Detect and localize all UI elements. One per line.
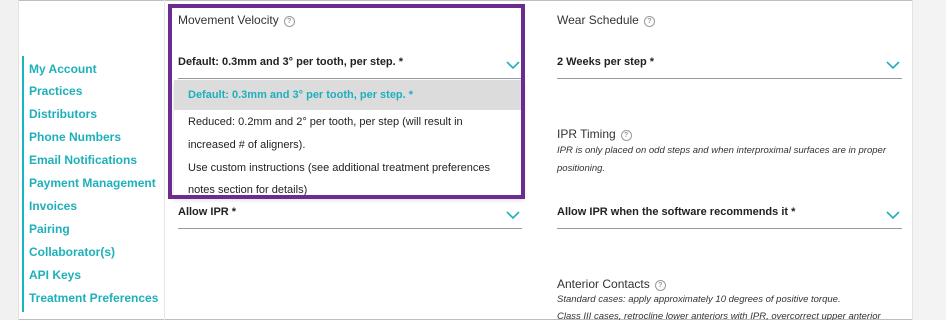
wear-schedule-value: 2 Weeks per step * [557,56,655,68]
ipr-timing-select[interactable]: Allow IPR when the software recommends i… [557,206,902,229]
chevron-down-icon [506,211,520,220]
movement-velocity-label: Movement Velocity? [178,13,295,27]
movement-velocity-dropdown: Default: 0.3mm and 3° per tooth, per ste… [174,80,524,198]
sidebar-item-distributors[interactable]: Distributors [29,107,97,121]
anterior-contacts-label-text: Anterior Contacts [557,277,650,291]
allow-ipr-select[interactable]: Allow IPR * [178,206,522,229]
dropdown-option-default[interactable]: Default: 0.3mm and 3° per tooth, per ste… [174,80,524,110]
ipr-timing-label: IPR Timing? [557,127,632,141]
movement-velocity-label-text: Movement Velocity [178,13,279,27]
sidebar-item-invoices[interactable]: Invoices [29,199,77,213]
left-gutter [0,0,19,320]
dropdown-option-custom-cont[interactable]: notes section for details) [188,179,518,202]
allow-ipr-value: Allow IPR * [178,206,237,218]
movement-velocity-select[interactable]: Default: 0.3mm and 3° per tooth, per ste… [178,56,522,79]
wear-schedule-label-text: Wear Schedule [557,13,639,27]
dropdown-option-reduced[interactable]: Reduced: 0.2mm and 2° per tooth, per ste… [188,111,518,134]
dropdown-option-reduced-cont[interactable]: increased # of aligners). [188,134,518,157]
sidebar-item-my-account[interactable]: My Account [29,62,97,76]
anterior-contacts-label: Anterior Contacts? [557,277,666,291]
sidebar-item-email-notifications[interactable]: Email Notifications [29,153,137,167]
ipr-timing-value: Allow IPR when the software recommends i… [557,206,796,218]
anterior-contacts-hint: Standard cases: apply approximately 10 d… [557,291,907,320]
sidebar-item-treatment-preferences[interactable]: Treatment Preferences [29,291,158,305]
ipr-timing-hint-line1: IPR is only placed on odd steps and when… [557,145,886,156]
wear-schedule-label: Wear Schedule? [557,13,655,27]
wear-schedule-select[interactable]: 2 Weeks per step * [557,56,902,79]
movement-velocity-value: Default: 0.3mm and 3° per tooth, per ste… [178,56,404,68]
ipr-timing-label-text: IPR Timing [557,127,616,141]
help-icon[interactable]: ? [654,280,666,291]
right-gutter [912,0,946,320]
help-icon[interactable]: ? [643,16,655,27]
sidebar-item-payment-management[interactable]: Payment Management [29,176,156,190]
content-divider [164,0,165,320]
anterior-contacts-hint-line2: Class III cases, retrocline lower anteri… [557,311,881,320]
sidebar-item-phone-numbers[interactable]: Phone Numbers [29,130,121,144]
chevron-down-icon [886,211,900,220]
help-icon[interactable]: ? [620,130,632,141]
sidebar-item-pairing[interactable]: Pairing [29,222,70,236]
sidebar-nav: My Account Practices Distributors Phone … [22,56,164,312]
sidebar-item-collaborators[interactable]: Collaborator(s) [29,245,115,259]
help-icon[interactable]: ? [283,16,295,27]
sidebar-item-api-keys[interactable]: API Keys [29,268,81,282]
ipr-timing-hint-line2: positioning. [557,163,606,174]
chevron-down-icon [506,61,520,70]
anterior-contacts-hint-line1: Standard cases: apply approximately 10 d… [557,294,841,305]
chevron-down-icon [886,61,900,70]
sidebar-item-practices[interactable]: Practices [29,84,82,98]
ipr-timing-hint: IPR is only placed on odd steps and when… [557,142,907,178]
dropdown-option-custom[interactable]: Use custom instructions (see additional … [188,157,518,180]
